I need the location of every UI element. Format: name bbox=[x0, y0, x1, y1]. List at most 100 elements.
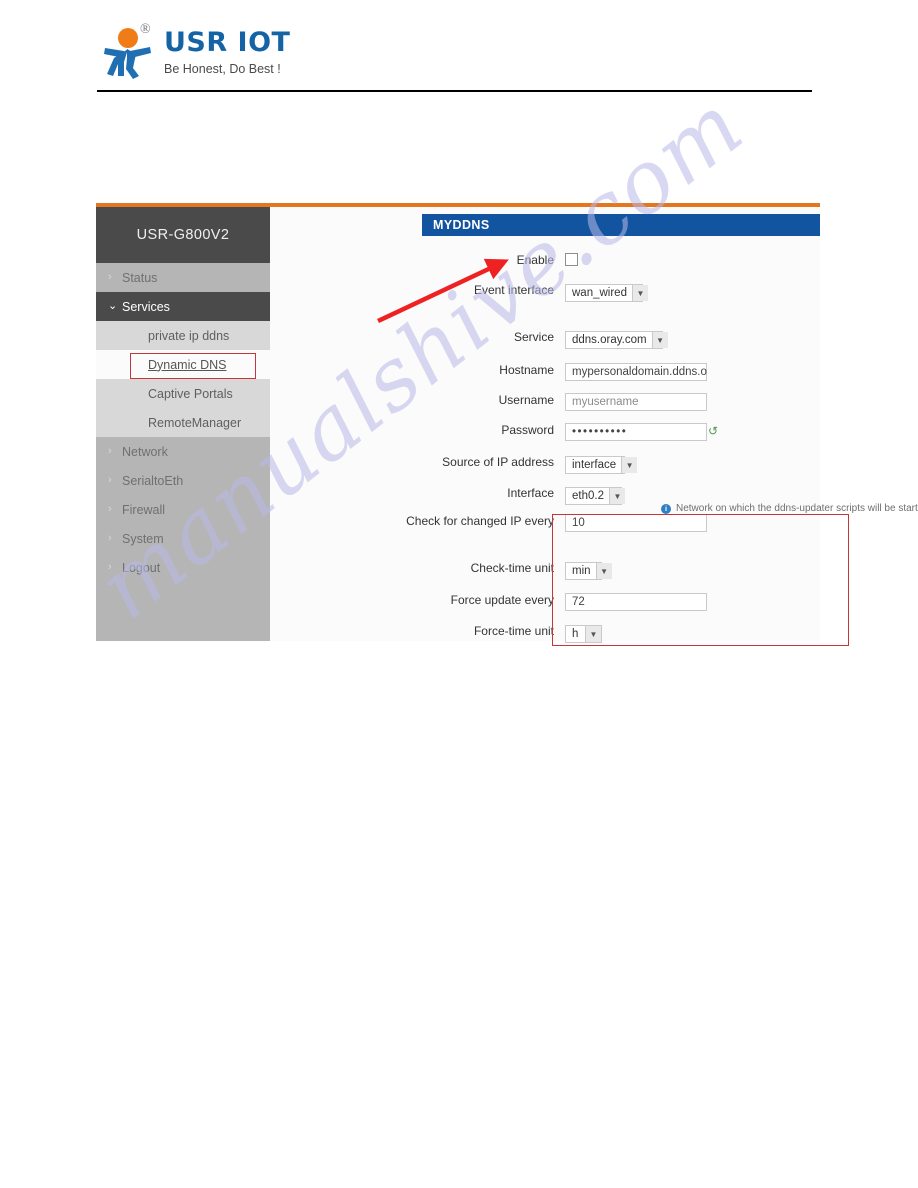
chevron-right-icon: › bbox=[108, 445, 112, 457]
field-row-username: Username myusername bbox=[400, 393, 707, 411]
interface-label: Interface bbox=[507, 486, 554, 500]
sidebar-item-dynamic-dns[interactable]: Dynamic DNS bbox=[96, 350, 270, 379]
header-divider bbox=[97, 90, 812, 92]
event-interface-hint: i Network on which the ddns-updater scri… bbox=[661, 503, 918, 514]
panel-title: MYDDNS bbox=[422, 214, 820, 236]
source-of-ip-label: Source of IP address bbox=[442, 455, 554, 469]
chevron-down-icon: ▼ bbox=[631, 285, 648, 301]
chevron-right-icon: › bbox=[108, 532, 112, 544]
sidebar-item-label: private ip ddns bbox=[148, 328, 230, 343]
field-row-check-time-unit: Check-time unit min ▼ bbox=[400, 561, 612, 580]
sidebar-item-network[interactable]: › Network bbox=[96, 437, 270, 466]
enable-control bbox=[565, 253, 578, 266]
username-label: Username bbox=[498, 393, 554, 407]
sidebar-item-serialtoeth[interactable]: › SerialtoEth bbox=[96, 466, 270, 495]
sidebar-item-private-ip-ddns[interactable]: private ip ddns bbox=[96, 321, 270, 350]
service-control: ddns.oray.com ▼ bbox=[565, 330, 668, 349]
password-control: •••••••••• ↺ bbox=[565, 423, 718, 441]
sidebar-navigation: USR-G800V2 › Status ⌄ Services private i… bbox=[96, 207, 270, 641]
field-row-source-of-ip: Source of IP address interface ▼ bbox=[400, 455, 638, 474]
force-update-value: 72 bbox=[572, 596, 585, 608]
sidebar-item-logout[interactable]: › Logout bbox=[96, 553, 270, 582]
password-input[interactable]: •••••••••• bbox=[565, 423, 707, 441]
field-row-check-interval: Check for changed IP every 10 bbox=[400, 514, 707, 532]
sidebar-item-label: Services bbox=[122, 299, 170, 314]
device-model-title: USR-G800V2 bbox=[96, 207, 270, 263]
check-interval-control: 10 bbox=[565, 514, 707, 532]
sidebar-item-system[interactable]: › System bbox=[96, 524, 270, 553]
source-of-ip-value: interface bbox=[572, 459, 617, 471]
chevron-right-icon: › bbox=[108, 474, 112, 486]
field-row-password: Password •••••••••• ↺ bbox=[400, 423, 718, 441]
service-value: ddns.oray.com bbox=[572, 334, 647, 346]
chevron-down-icon: ▼ bbox=[585, 626, 601, 642]
force-time-unit-control: h ▼ bbox=[565, 624, 602, 643]
sidebar-item-label: Logout bbox=[122, 560, 161, 575]
field-row-service: Service ddns.oray.com ▼ bbox=[400, 330, 668, 349]
service-label: Service bbox=[513, 330, 554, 344]
field-row-hostname: Hostname mypersonaldomain.ddns.o bbox=[400, 363, 707, 381]
hostname-value: mypersonaldomain.ddns.o bbox=[572, 366, 707, 378]
info-icon: i bbox=[661, 503, 671, 514]
force-time-unit-select[interactable]: h ▼ bbox=[565, 625, 602, 643]
source-of-ip-control: interface ▼ bbox=[565, 455, 638, 474]
sidebar-item-services[interactable]: ⌄ Services bbox=[96, 292, 270, 321]
sidebar-item-label: System bbox=[122, 531, 164, 546]
username-value: myusername bbox=[572, 396, 639, 408]
registered-trademark-icon: ® bbox=[140, 22, 151, 37]
chevron-right-icon: › bbox=[108, 271, 112, 283]
username-input[interactable]: myusername bbox=[565, 393, 707, 411]
sidebar-item-label: SerialtoEth bbox=[122, 473, 184, 488]
password-value: •••••••••• bbox=[572, 426, 628, 438]
usr-iot-mascot-icon: ® bbox=[100, 22, 158, 82]
source-of-ip-select[interactable]: interface ▼ bbox=[565, 456, 638, 474]
check-time-unit-control: min ▼ bbox=[565, 561, 612, 580]
chevron-down-icon: ⌄ bbox=[108, 300, 118, 312]
chevron-down-icon: ▼ bbox=[608, 488, 625, 504]
document-header: ® USR IOT Be Honest, Do Best ! bbox=[0, 0, 918, 92]
password-reveal-icon[interactable]: ↺ bbox=[708, 425, 720, 437]
force-update-label: Force update every bbox=[450, 593, 554, 607]
force-time-unit-label: Force-time unit bbox=[473, 624, 554, 638]
field-row-force-update: Force update every 72 bbox=[400, 593, 707, 611]
sidebar-item-firewall[interactable]: › Firewall bbox=[96, 495, 270, 524]
sidebar-item-label: Status bbox=[122, 270, 158, 285]
hostname-label: Hostname bbox=[499, 363, 554, 377]
event-interface-hint-text: Network on which the ddns-updater script… bbox=[676, 503, 918, 514]
event-interface-select[interactable]: wan_wired ▼ bbox=[565, 284, 648, 302]
sidebar-item-captive-portals[interactable]: Captive Portals bbox=[96, 379, 270, 408]
event-interface-value: wan_wired bbox=[572, 287, 627, 299]
interface-control: eth0.2 ▼ bbox=[565, 486, 625, 505]
check-time-unit-label: Check-time unit bbox=[470, 561, 554, 575]
chevron-down-icon: ▼ bbox=[651, 332, 668, 348]
force-time-unit-value: h bbox=[572, 628, 579, 640]
username-control: myusername bbox=[565, 393, 707, 411]
service-select[interactable]: ddns.oray.com ▼ bbox=[565, 331, 668, 349]
check-time-unit-value: min bbox=[572, 565, 591, 577]
check-interval-label: Check for changed IP every bbox=[406, 514, 554, 528]
force-update-input[interactable]: 72 bbox=[565, 593, 707, 611]
sidebar-item-label: Dynamic DNS bbox=[148, 357, 227, 372]
event-interface-control: wan_wired ▼ bbox=[565, 283, 648, 302]
field-row-interface: Interface eth0.2 ▼ bbox=[400, 486, 625, 505]
interface-value: eth0.2 bbox=[572, 490, 604, 502]
field-row-event-interface: Event interface wan_wired ▼ bbox=[400, 283, 648, 302]
check-interval-input[interactable]: 10 bbox=[565, 514, 707, 532]
usr-iot-logo: ® USR IOT Be Honest, Do Best ! bbox=[100, 22, 290, 82]
enable-label: Enable bbox=[516, 253, 554, 267]
sidebar-item-remotemanager[interactable]: RemoteManager bbox=[96, 408, 270, 437]
check-time-unit-select[interactable]: min ▼ bbox=[565, 562, 612, 580]
brand-name: USR IOT bbox=[164, 27, 291, 58]
sidebar-item-status[interactable]: › Status bbox=[96, 263, 270, 292]
hostname-control: mypersonaldomain.ddns.o bbox=[565, 363, 707, 381]
chevron-down-icon: ▼ bbox=[595, 563, 612, 579]
router-admin-screenshot: USR-G800V2 › Status ⌄ Services private i… bbox=[96, 203, 918, 646]
brand-text-block: USR IOT Be Honest, Do Best ! bbox=[164, 24, 290, 76]
enable-checkbox[interactable] bbox=[565, 253, 578, 266]
chevron-right-icon: › bbox=[108, 561, 112, 573]
force-update-control: 72 bbox=[565, 593, 707, 611]
chevron-right-icon: › bbox=[108, 503, 112, 515]
interface-select[interactable]: eth0.2 ▼ bbox=[565, 487, 625, 505]
hostname-input[interactable]: mypersonaldomain.ddns.o bbox=[565, 363, 707, 381]
field-row-enable: Enable bbox=[400, 253, 578, 267]
